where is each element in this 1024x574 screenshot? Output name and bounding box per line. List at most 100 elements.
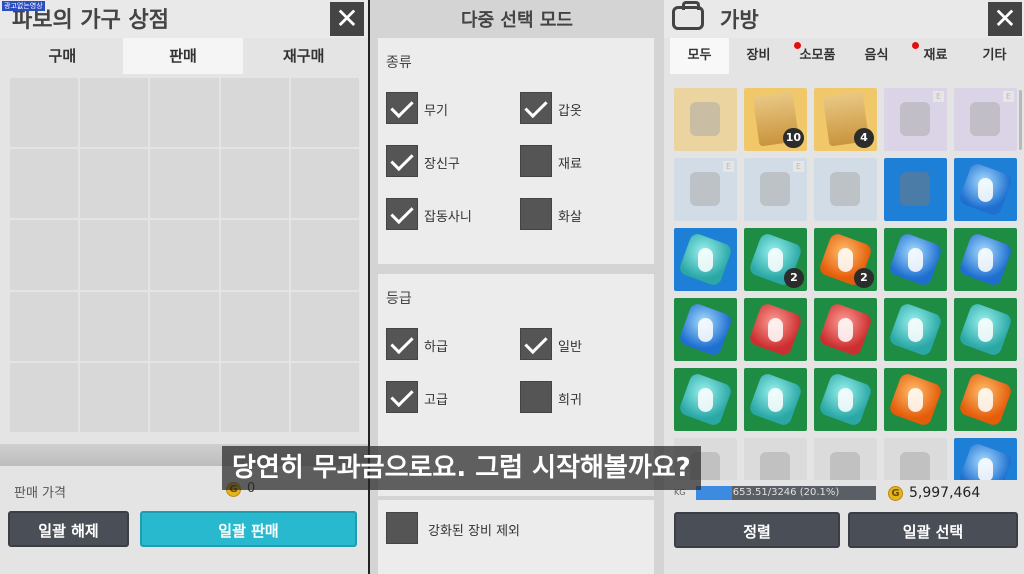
- exclude-enhanced-label: 강화된 장비 제외: [428, 524, 520, 539]
- bag-tab[interactable]: 모두: [670, 38, 729, 74]
- bag-item-slot[interactable]: E: [884, 88, 947, 151]
- sell-slot[interactable]: [150, 220, 219, 290]
- bag-item-slot[interactable]: [884, 158, 947, 221]
- filter-checkbox-label: 고급: [424, 393, 448, 408]
- bag-tab[interactable]: 음식: [847, 38, 906, 74]
- filter-checkbox[interactable]: [520, 381, 552, 413]
- bag-item-slot[interactable]: [674, 88, 737, 151]
- sell-all-button[interactable]: 일괄 판매: [140, 511, 357, 547]
- bag-item-slot[interactable]: [954, 228, 1017, 291]
- sell-slot[interactable]: [150, 149, 219, 219]
- filter-checkbox[interactable]: [386, 328, 418, 360]
- tab-sell[interactable]: 판매: [122, 38, 244, 74]
- sell-slot[interactable]: [220, 149, 289, 219]
- sell-slot[interactable]: [10, 362, 79, 432]
- bag-item-slot[interactable]: [954, 368, 1017, 431]
- sell-slot[interactable]: [220, 362, 289, 432]
- item-count-badge: 2: [854, 268, 874, 288]
- close-icon[interactable]: ✕: [330, 2, 364, 36]
- bag-item-slot[interactable]: [954, 438, 1017, 480]
- sell-slot[interactable]: [150, 78, 219, 148]
- sell-slot[interactable]: [80, 149, 149, 219]
- select-all-button[interactable]: 일괄 선택: [848, 512, 1018, 548]
- sell-slot[interactable]: [10, 291, 79, 361]
- bag-item-slot[interactable]: [884, 228, 947, 291]
- item-count-badge: 10: [782, 128, 804, 148]
- sell-slot[interactable]: [10, 149, 79, 219]
- bag-item-slot[interactable]: [954, 298, 1017, 361]
- bag-item-slot[interactable]: [744, 438, 807, 480]
- bag-item-slot[interactable]: [744, 298, 807, 361]
- filter-checkbox[interactable]: [520, 328, 552, 360]
- bag-tab-label: 장비: [746, 48, 771, 63]
- filter-checkbox[interactable]: [520, 145, 552, 177]
- bag-item-slot[interactable]: 4: [814, 88, 877, 151]
- filter-checkbox[interactable]: [386, 381, 418, 413]
- bag-tabs: 모두 장비 소모품 음식 재료 기타: [670, 38, 1024, 74]
- sell-slot[interactable]: [290, 291, 359, 361]
- sell-slot[interactable]: [220, 78, 289, 148]
- filter-checkbox[interactable]: [520, 198, 552, 230]
- sell-slot[interactable]: [290, 362, 359, 432]
- filter-checkbox[interactable]: [520, 92, 552, 124]
- close-icon[interactable]: ✕: [988, 2, 1022, 36]
- filter-checkbox-label: 무기: [424, 104, 448, 119]
- bag-tab[interactable]: 재료: [906, 38, 965, 74]
- bag-item-slot[interactable]: [814, 368, 877, 431]
- bag-item-slot[interactable]: [674, 228, 737, 291]
- bag-item-slot[interactable]: E: [744, 158, 807, 221]
- equipped-badge-icon: E: [1003, 91, 1014, 102]
- bag-tab[interactable]: 장비: [729, 38, 788, 74]
- filter-checkbox[interactable]: [386, 145, 418, 177]
- bag-item-slot[interactable]: [884, 438, 947, 480]
- sell-slot[interactable]: [10, 220, 79, 290]
- sell-slot[interactable]: [80, 291, 149, 361]
- bag-item-slot[interactable]: [814, 298, 877, 361]
- bag-item-slot[interactable]: [814, 438, 877, 480]
- sell-slot[interactable]: [220, 220, 289, 290]
- sell-slot[interactable]: [80, 220, 149, 290]
- sell-slot[interactable]: [80, 78, 149, 148]
- gem-core-icon: [698, 318, 713, 342]
- bag-item-slot[interactable]: [884, 298, 947, 361]
- exclude-enhanced-checkbox[interactable]: [386, 512, 418, 544]
- bag-item-slot[interactable]: 2: [744, 228, 807, 291]
- sell-slot[interactable]: [220, 291, 289, 361]
- bag-title: 가방: [720, 8, 759, 32]
- sell-slot[interactable]: [290, 220, 359, 290]
- bag-item-slot[interactable]: E: [674, 158, 737, 221]
- deselect-all-button[interactable]: 일괄 해제: [8, 511, 129, 547]
- sell-slot[interactable]: [10, 78, 79, 148]
- bag-item-slot[interactable]: [884, 368, 947, 431]
- sell-slot[interactable]: [290, 149, 359, 219]
- bag-tab[interactable]: 기타: [965, 38, 1024, 74]
- bag-item-slot[interactable]: [954, 158, 1017, 221]
- bag-tab[interactable]: 소모품: [788, 38, 847, 74]
- gem-core-icon: [768, 248, 783, 272]
- bag-item-slot[interactable]: [744, 368, 807, 431]
- tab-buy[interactable]: 구매: [2, 38, 123, 74]
- tab-rebuy[interactable]: 재구매: [243, 38, 365, 74]
- sell-slot[interactable]: [290, 78, 359, 148]
- bag-item-slot[interactable]: [814, 158, 877, 221]
- video-subtitle: 당연히 무과금으로요. 그럼 시작해볼까요?: [222, 446, 701, 490]
- notification-dot-icon: [794, 42, 801, 49]
- filter-checkbox-label: 화살: [558, 210, 582, 225]
- filter-checkbox[interactable]: [386, 92, 418, 124]
- bag-item-slot[interactable]: E: [954, 88, 1017, 151]
- sell-slot[interactable]: [80, 362, 149, 432]
- filter-checkbox-label: 희귀: [558, 393, 582, 408]
- bag-scrollbar[interactable]: [1019, 90, 1022, 150]
- sell-slot[interactable]: [150, 291, 219, 361]
- filter-checkbox[interactable]: [386, 198, 418, 230]
- bag-item-slot[interactable]: [674, 368, 737, 431]
- bag-item-slot[interactable]: 10: [744, 88, 807, 151]
- gem-core-icon: [908, 318, 923, 342]
- gem-core-icon: [768, 388, 783, 412]
- sell-slot[interactable]: [150, 362, 219, 432]
- bag-item-slot[interactable]: 2: [814, 228, 877, 291]
- sort-button[interactable]: 정렬: [674, 512, 840, 548]
- item-icon: [970, 102, 1000, 136]
- bag-tab-label: 재료: [923, 48, 948, 63]
- bag-item-slot[interactable]: [674, 298, 737, 361]
